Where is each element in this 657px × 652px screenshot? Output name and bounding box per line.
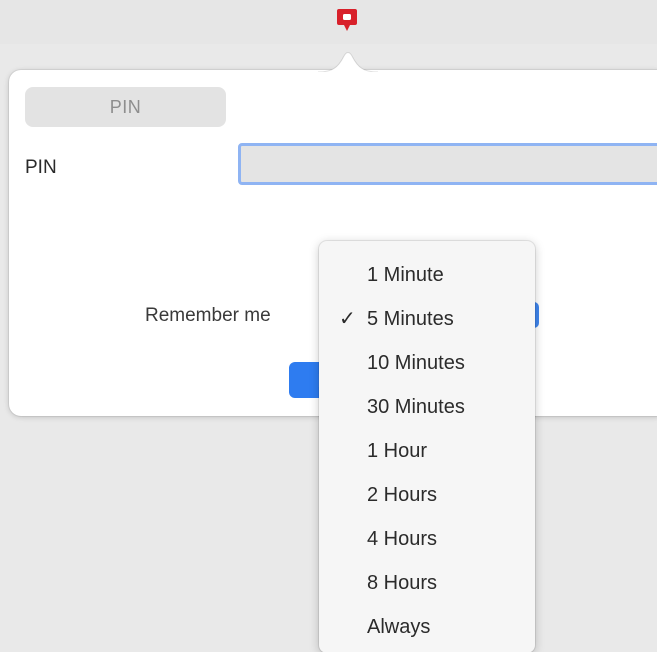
menu-item-30-minutes[interactable]: 30 Minutes bbox=[319, 385, 535, 429]
menu-item-1-minute[interactable]: 1 Minute bbox=[319, 253, 535, 297]
menu-item-2-hours[interactable]: 2 Hours bbox=[319, 473, 535, 517]
remember-duration-menu: 1 Minute ✓ 5 Minutes 10 Minutes 30 Minut… bbox=[319, 241, 535, 652]
segment-label: PIN bbox=[109, 96, 142, 117]
menu-item-label: 1 Hour bbox=[367, 440, 428, 462]
app-logo-icon[interactable] bbox=[336, 7, 358, 33]
popover-arrow bbox=[318, 52, 378, 72]
menu-item-label: 2 Hours bbox=[367, 484, 438, 506]
remember-me-label: Remember me bbox=[145, 305, 271, 326]
menu-item-5-minutes[interactable]: ✓ 5 Minutes bbox=[319, 297, 535, 341]
menu-item-label: Always bbox=[367, 616, 431, 638]
menu-item-label: 5 Minutes bbox=[367, 308, 454, 330]
pin-input[interactable] bbox=[238, 143, 657, 185]
menu-item-label: 1 Minute bbox=[367, 264, 444, 286]
menu-item-always[interactable]: Always bbox=[319, 605, 535, 649]
menu-item-1-hour[interactable]: 1 Hour bbox=[319, 429, 535, 473]
menu-item-4-hours[interactable]: 4 Hours bbox=[319, 517, 535, 561]
pin-label: PIN bbox=[25, 157, 57, 178]
screen: PIN PIN Remember me L 1 Minute ✓ 5 Minut… bbox=[0, 0, 657, 652]
menu-item-label: 8 Hours bbox=[367, 572, 438, 594]
menu-item-label: 30 Minutes bbox=[367, 396, 465, 418]
menu-item-label: 4 Hours bbox=[367, 528, 438, 550]
menu-item-8-hours[interactable]: 8 Hours bbox=[319, 561, 535, 605]
menu-item-label: 10 Minutes bbox=[367, 352, 465, 374]
checkmark-icon: ✓ bbox=[339, 308, 356, 330]
menu-item-10-minutes[interactable]: 10 Minutes bbox=[319, 341, 535, 385]
menu-bar bbox=[0, 0, 657, 44]
auth-method-segment[interactable]: PIN bbox=[25, 87, 226, 127]
